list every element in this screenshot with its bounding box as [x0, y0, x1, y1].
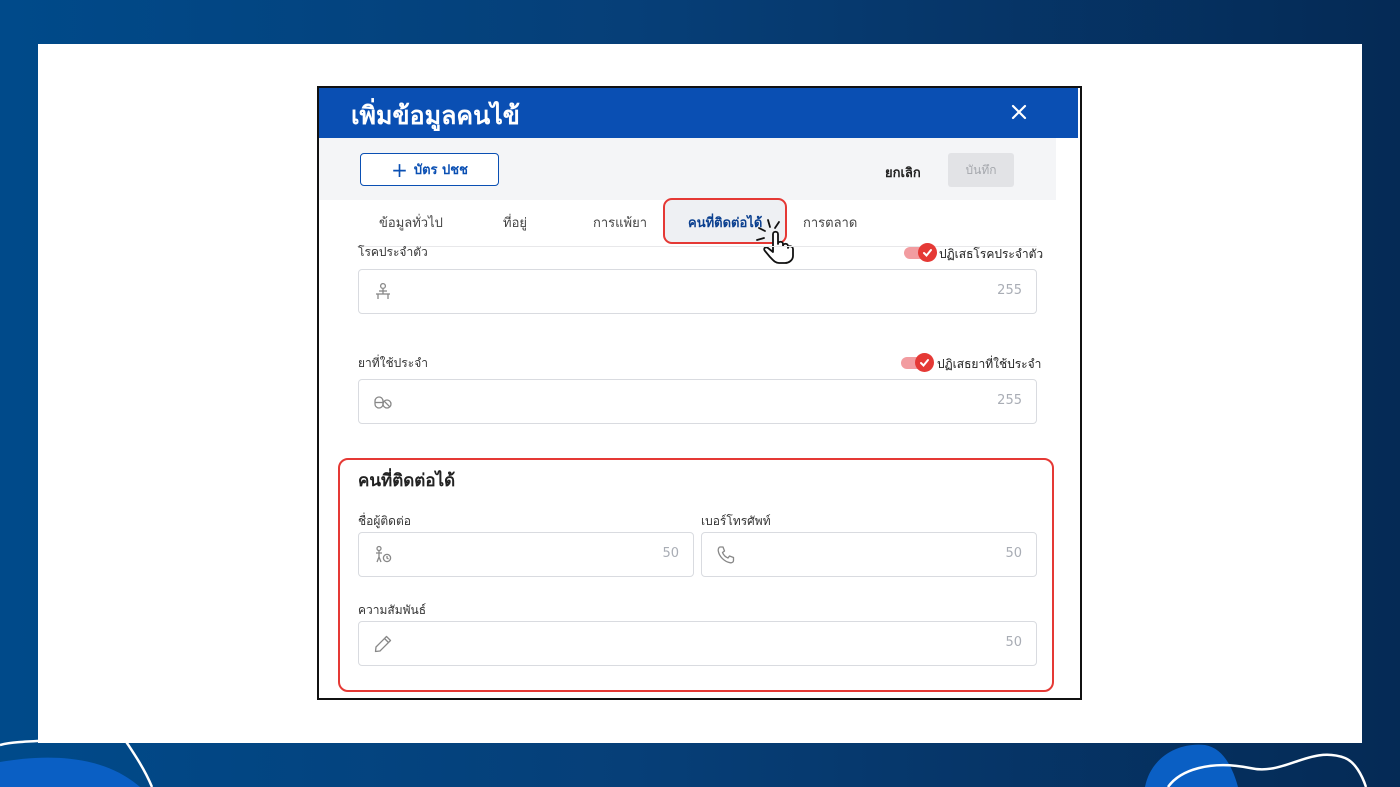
deny-chronic-disease-toggle[interactable] [904, 243, 937, 262]
phone-icon [717, 546, 735, 564]
contact-name-counter: 50 [662, 546, 679, 561]
close-icon[interactable] [1010, 103, 1028, 121]
id-card-button-label: บัตร ปชช [413, 163, 468, 178]
dialog-title: เพิ่มข้อมูลคนไข้ [351, 101, 520, 130]
chronic-disease-input[interactable]: 255 [358, 269, 1037, 314]
regular-medication-input[interactable]: 255 [358, 379, 1037, 424]
dialog-header: เพิ่มข้อมูลคนไข้ [319, 88, 1078, 138]
relationship-label: ความสัมพันธ์ [358, 603, 427, 617]
deny-chronic-disease-label: ปฏิเสธโรคประจำตัว [939, 247, 1044, 261]
chronic-disease-label: โรคประจำตัว [358, 245, 428, 259]
regular-medication-label: ยาที่ใช้ประจำ [358, 356, 428, 370]
relationship-input[interactable]: 50 [358, 621, 1037, 666]
patient-dialog: เพิ่มข้อมูลคนไข้ + บัตร ปชช ยกเลิก บันทึ… [317, 86, 1082, 700]
tab-marketing[interactable]: การตลาด [803, 212, 857, 233]
deny-regular-medication-label: ปฏิเสธยาที่ใช้ประจำ [937, 357, 1042, 371]
pencil-icon [374, 635, 392, 653]
add-id-card-button[interactable]: + บัตร ปชช [360, 153, 499, 186]
deny-regular-medication-toggle[interactable] [901, 353, 934, 372]
relationship-counter: 50 [1005, 635, 1022, 650]
tab-address[interactable]: ที่อยู่ [503, 212, 527, 233]
hand-cursor-icon [756, 219, 794, 264]
tab-contacts[interactable]: คนที่ติดต่อได้ [688, 212, 762, 233]
contact-name-label: ชื่อผู้ติดต่อ [358, 514, 411, 528]
person-bed-icon [376, 282, 390, 299]
cancel-button[interactable]: ยกเลิก [885, 162, 921, 183]
plus-icon: + [391, 157, 408, 182]
phone-counter: 50 [1005, 546, 1022, 561]
person-clock-icon [376, 545, 392, 563]
phone-label: เบอร์โทรศัพท์ [701, 514, 771, 528]
tab-bar: ข้อมูลทั่วไป ที่อยู่ การแพ้ยา คนที่ติดต่… [319, 200, 1078, 246]
tab-drug-allergy[interactable]: การแพ้ยา [593, 212, 647, 233]
phone-input[interactable]: 50 [701, 532, 1037, 577]
check-icon [918, 243, 937, 262]
pills-icon [374, 396, 392, 409]
chronic-disease-counter: 255 [997, 283, 1022, 298]
save-button[interactable]: บันทึก [948, 153, 1014, 187]
regular-medication-counter: 255 [997, 393, 1022, 408]
contact-name-input[interactable]: 50 [358, 532, 694, 577]
tab-general-info[interactable]: ข้อมูลทั่วไป [379, 212, 443, 233]
check-icon [915, 353, 934, 372]
contact-section-title: คนที่ติดต่อได้ [358, 471, 456, 491]
dialog-toolbar: + บัตร ปชช ยกเลิก บันทึก [319, 138, 1056, 200]
